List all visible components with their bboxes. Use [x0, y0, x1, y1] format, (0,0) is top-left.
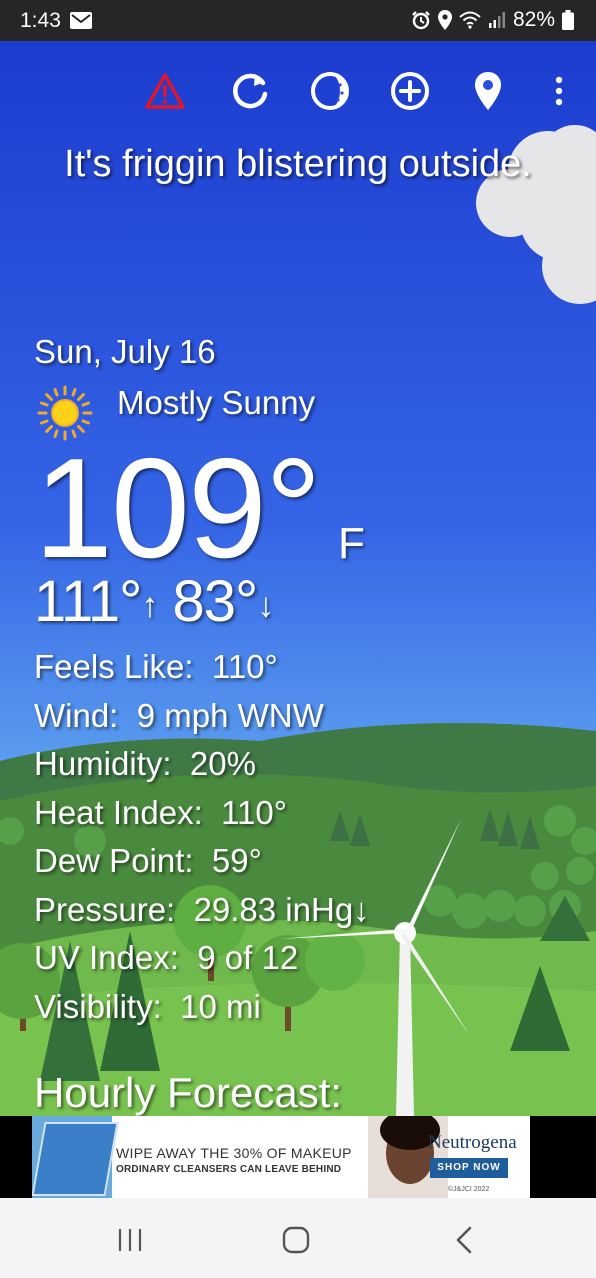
- date-label: Sun, July 16: [34, 333, 216, 370]
- ad-subline: ORDINARY CLEANSERS CAN LEAVE BEHIND: [116, 1164, 342, 1175]
- wifi-icon: [459, 11, 481, 29]
- detail-value: 9 of 12: [197, 939, 299, 976]
- navigation-bar: [0, 1198, 596, 1278]
- detail-value: 9 mph WNW: [136, 696, 324, 734]
- battery-icon: [562, 10, 574, 30]
- ad-banner: WIPE AWAY THE 30% OF MAKEUP ORDINARY CLE…: [0, 1116, 596, 1198]
- high-temperature: 111°: [34, 569, 142, 634]
- condition-label: Mostly Sunny: [117, 384, 316, 421]
- status-bar: 1:43 82%: [0, 0, 596, 41]
- ad-headline: WIPE AWAY THE 30% OF MAKEUP: [116, 1145, 352, 1161]
- more-options-button[interactable]: [537, 69, 581, 113]
- ad-creative[interactable]: WIPE AWAY THE 30% OF MAKEUP ORDINARY CLE…: [32, 1116, 530, 1198]
- ad-brand: Neutrogena: [428, 1132, 517, 1153]
- detail-value: 110°: [211, 648, 278, 685]
- refresh-button[interactable]: [229, 69, 273, 113]
- heat-index-row: Heat Index: 110°: [34, 789, 370, 838]
- visibility-row: Visibility: 10 mi: [34, 983, 370, 1032]
- signal-icon: [488, 12, 505, 28]
- location-pin-icon: [475, 72, 501, 110]
- location-button[interactable]: [466, 69, 510, 113]
- home-icon: [282, 1226, 310, 1254]
- high-arrow-icon: ↑: [141, 586, 158, 625]
- status-icons: 82%: [411, 8, 574, 32]
- temperature-unit: F: [338, 519, 365, 568]
- dew-point-row: Dew Point: 59°: [34, 837, 370, 886]
- feels-like-row: Feels Like: 110°: [34, 643, 370, 692]
- warning-icon: [145, 73, 185, 109]
- detail-value: 110°: [221, 793, 287, 831]
- low-temperature: 83°: [172, 569, 258, 634]
- home-button[interactable]: [271, 1220, 321, 1260]
- shop-now-button[interactable]: SHOP NOW: [430, 1158, 508, 1178]
- detail-label: Pressure:: [34, 890, 176, 928]
- mail-icon: [70, 12, 92, 29]
- add-icon: [391, 72, 429, 110]
- detail-label: Humidity:: [34, 745, 172, 782]
- warning-button[interactable]: [143, 69, 187, 113]
- humidity-row: Humidity: 20%: [34, 740, 370, 789]
- current-temperature: 109°: [34, 429, 322, 588]
- detail-label: UV Index:: [34, 939, 179, 976]
- pressure-row: Pressure: 29.83 inHg↓: [34, 886, 370, 935]
- battery-percent: 82%: [512, 8, 555, 31]
- toolbar: [0, 69, 596, 113]
- add-location-button[interactable]: [388, 69, 432, 113]
- back-button[interactable]: [439, 1220, 489, 1260]
- high-low: 111°↑ 83°↓: [34, 569, 274, 639]
- detail-label: Wind:: [34, 696, 119, 734]
- recents-icon: [118, 1229, 142, 1251]
- detail-value: 20%: [189, 745, 256, 782]
- detail-label: Feels Like:: [34, 648, 194, 685]
- wind-row: Wind: 9 mph WNW: [34, 692, 370, 741]
- model-photo: [368, 1116, 448, 1198]
- more-icon: [555, 76, 563, 106]
- detail-label: Dew Point:: [34, 842, 194, 879]
- refresh-icon: [233, 73, 268, 109]
- recents-button[interactable]: [105, 1220, 155, 1260]
- detail-value: 59°: [211, 842, 262, 879]
- uv-index-row: UV Index: 9 of 12: [34, 934, 370, 983]
- product-image: [32, 1116, 119, 1198]
- ad-copyright: ©J&JCI 2022: [448, 1186, 490, 1193]
- detail-value: 29.83 inHg↓: [193, 890, 370, 928]
- detail-value: 10 mi: [180, 987, 261, 1025]
- low-arrow-icon: ↓: [257, 586, 274, 625]
- detail-label: Visibility:: [34, 987, 162, 1025]
- status-time: 1:43: [20, 9, 61, 32]
- hourly-forecast-heading: Hourly Forecast:: [34, 1069, 343, 1116]
- headline: It's friggin blistering outside.: [64, 143, 532, 185]
- detail-label: Heat Index:: [34, 793, 203, 831]
- weather-scene: It's friggin blistering outside. Sun, Ju…: [0, 41, 596, 1116]
- theme-button[interactable]: [308, 69, 352, 113]
- alarm-icon: [412, 11, 430, 30]
- back-icon: [456, 1226, 472, 1254]
- theme-icon: [311, 72, 349, 110]
- location-icon: [437, 10, 452, 30]
- weather-details: Feels Like: 110° Wind: 9 mph WNW Humidit…: [34, 643, 370, 1031]
